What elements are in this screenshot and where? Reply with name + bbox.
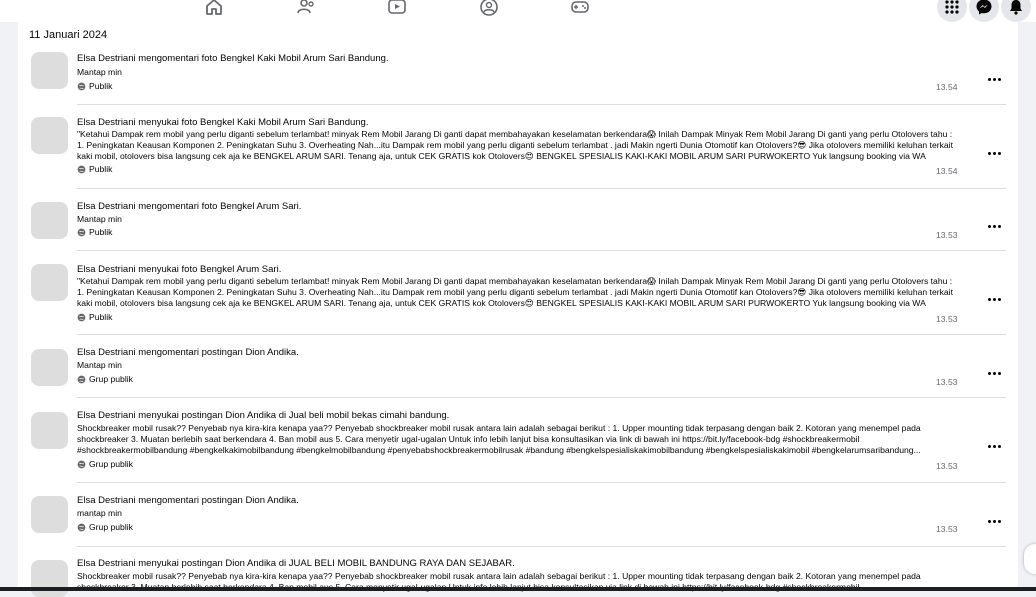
activity-body: "Ketahui Dampak rem mobil yang perlu dig… [77, 129, 953, 161]
privacy-label: Grup publik [77, 522, 133, 532]
activity-thumbnail[interactable] [31, 117, 68, 154]
top-navigation-bar [0, 0, 1036, 22]
activity-log-panel: 11 Januari 2024 Elsa Destriani mengoment… [18, 22, 1018, 597]
privacy-label: Publik [77, 227, 112, 237]
divider [77, 546, 1006, 547]
activity-title[interactable]: Elsa Destriani mengomentari postingan Di… [77, 347, 299, 358]
privacy-text: Grup publik [89, 374, 133, 384]
privacy-text: Publik [89, 227, 113, 237]
globe-icon [77, 228, 86, 236]
gaming-icon[interactable] [566, 0, 594, 20]
activity-thumbnail[interactable] [31, 202, 68, 239]
more-options-icon[interactable] [984, 146, 1004, 160]
group-privacy-icon [77, 523, 86, 531]
group-privacy-icon [77, 375, 86, 383]
privacy-label: Publik [77, 164, 112, 174]
more-options-icon[interactable] [984, 292, 1004, 306]
scroll-handle[interactable] [1024, 544, 1036, 574]
divider [77, 250, 1006, 251]
divider [77, 188, 1006, 189]
activity-body: Mantap min [77, 214, 122, 224]
date-heading: 11 Januari 2024 [29, 29, 108, 41]
privacy-text: Publik [89, 81, 113, 91]
globe-icon [77, 313, 86, 321]
activity-title[interactable]: Elsa Destriani mengomentari foto Bengkel… [77, 53, 389, 64]
activity-body: Shockbreaker mobil rusak?? Penyebab nya … [77, 423, 921, 455]
privacy-text: Publik [89, 312, 113, 322]
globe-icon [77, 82, 86, 90]
activity-time: 13.53 [936, 377, 958, 387]
activity-title[interactable]: Elsa Destriani mengomentari foto Bengkel… [77, 201, 301, 212]
activity-title[interactable]: Elsa Destriani menyukai postingan Dion A… [77, 410, 449, 421]
friends-icon[interactable] [292, 0, 320, 20]
more-options-icon[interactable] [984, 219, 1004, 233]
activity-title[interactable]: Elsa Destriani mengomentari postingan Di… [77, 495, 299, 506]
privacy-label: Grup publik [77, 374, 133, 384]
divider [77, 334, 1006, 335]
more-options-icon[interactable] [984, 439, 1004, 453]
privacy-text: Grup publik [89, 459, 133, 469]
activity-body: mantap min [77, 508, 122, 518]
activity-time: 13.53 [936, 314, 958, 324]
privacy-label: Grup publik [77, 459, 133, 469]
more-options-icon[interactable] [984, 72, 1004, 86]
activity-title[interactable]: Elsa Destriani menyukai foto Bengkel Kak… [77, 117, 368, 128]
activity-thumbnail[interactable] [31, 560, 68, 597]
activity-thumbnail[interactable] [31, 349, 68, 386]
activity-thumbnail[interactable] [31, 52, 68, 89]
activity-time: 13.53 [936, 230, 958, 240]
activity-thumbnail[interactable] [31, 496, 68, 533]
activity-body: Mantap min [77, 67, 122, 77]
privacy-text: Grup publik [89, 522, 133, 532]
divider [77, 104, 1006, 105]
activity-thumbnail[interactable] [31, 412, 68, 449]
group-privacy-icon [77, 460, 86, 468]
activity-body: Mantap min [77, 360, 122, 370]
activity-thumbnail[interactable] [31, 264, 68, 301]
privacy-text: Publik [89, 164, 113, 174]
activity-time: 13.54 [936, 166, 958, 176]
notifications-icon[interactable] [1001, 0, 1031, 22]
more-options-icon[interactable] [984, 366, 1004, 380]
activity-title[interactable]: Elsa Destriani menyukai foto Bengkel Aru… [77, 264, 281, 275]
globe-icon [77, 165, 86, 173]
activity-time: 13.53 [936, 524, 958, 534]
video-icon[interactable] [383, 0, 411, 20]
activity-time: 13.53 [936, 461, 958, 471]
privacy-label: Publik [77, 312, 112, 322]
menu-grid-icon[interactable] [937, 0, 967, 22]
activity-title[interactable]: Elsa Destriani menyukai postingan Dion A… [77, 558, 515, 569]
groups-icon[interactable] [475, 0, 503, 20]
privacy-label: Publik [77, 81, 112, 91]
messenger-icon[interactable] [969, 0, 999, 22]
taskbar-edge [0, 587, 1036, 591]
activity-time: 13.54 [936, 82, 958, 92]
home-icon[interactable] [200, 0, 228, 20]
divider [77, 482, 1006, 483]
more-options-icon[interactable] [984, 514, 1004, 528]
divider [77, 397, 1006, 398]
activity-body: "Ketahui Dampak rem mobil yang perlu dig… [77, 276, 953, 308]
